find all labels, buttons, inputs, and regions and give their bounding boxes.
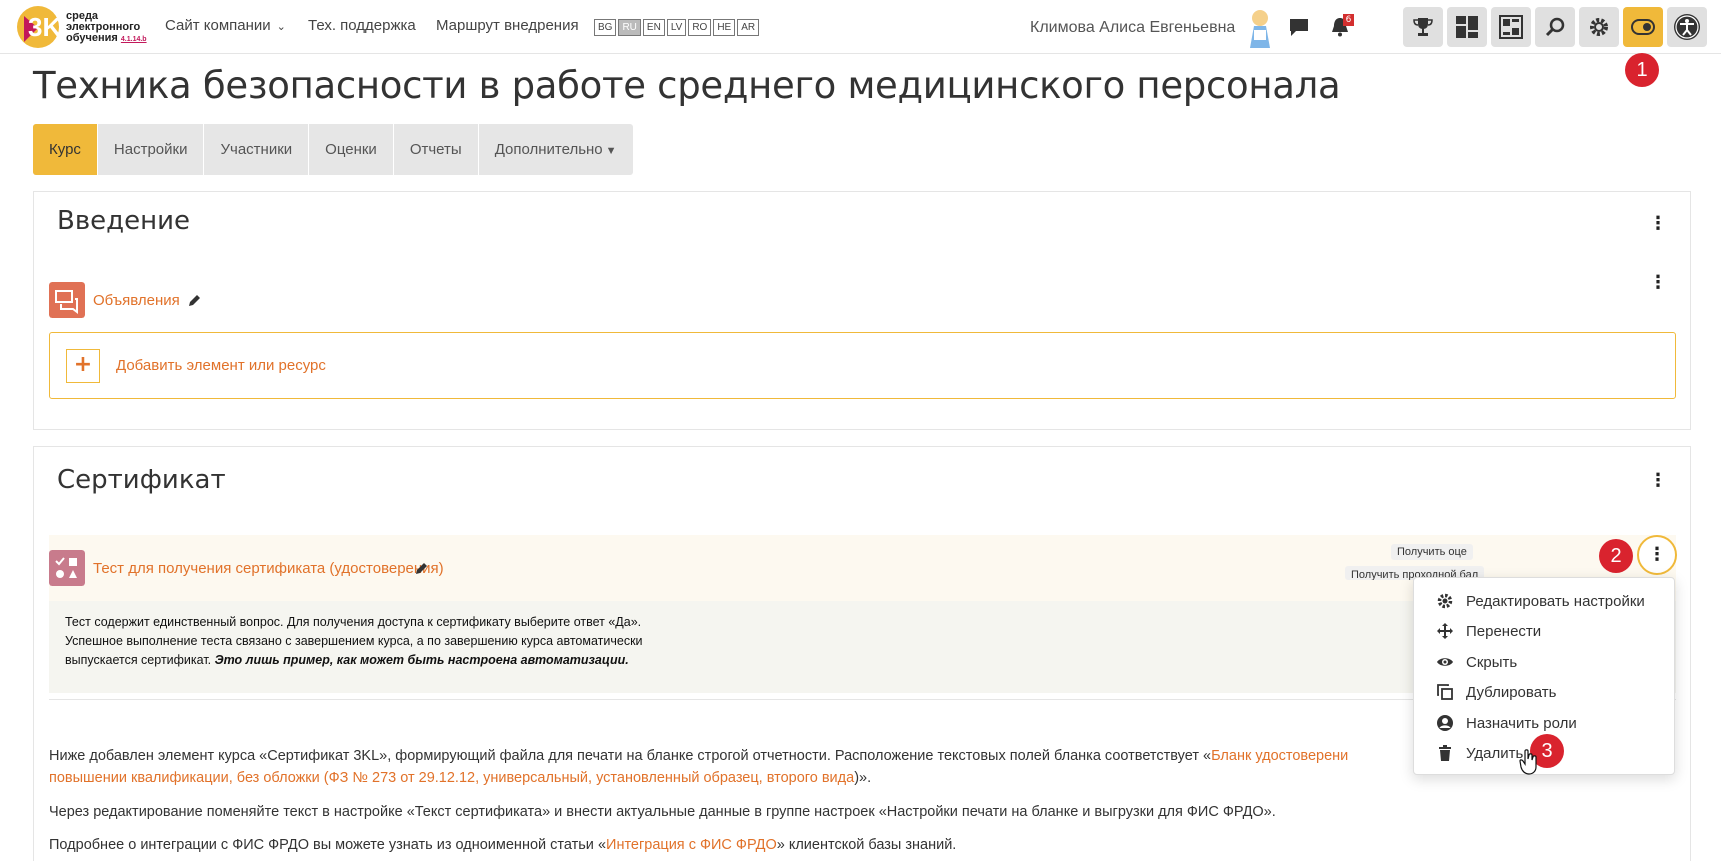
add-activity-box[interactable]: + Добавить элемент или ресурс [49,332,1676,399]
tab-more-label: Дополнительно [494,141,603,158]
plus-icon: + [66,349,100,383]
menu-item-duplicate[interactable]: Дублировать [1414,677,1674,707]
move-icon [1437,623,1453,639]
logo[interactable]: 3K среда электронного обучения 4.1.14.b [16,2,156,52]
logo-3k-text: 3K [28,12,61,42]
lang-ro[interactable]: RO [688,19,712,36]
description-text: выпускается сертификат. [65,653,215,667]
tab-reports[interactable]: Отчеты [394,124,479,175]
section-title: Сертификат [57,465,226,495]
logo-version: 4.1.14.b [120,36,147,43]
callout-2: 2 [1599,539,1633,573]
gear-icon [1590,18,1608,36]
language-switcher: BG RU EN LV RO HE AR [594,19,761,36]
description-line: Тест содержит единственный вопрос. Для п… [65,615,642,629]
pencil-icon[interactable] [414,561,429,576]
logo-3k-icon: 3K [17,6,61,48]
chat-icon[interactable] [1288,16,1310,38]
menu-item-label: Дублировать [1466,683,1557,701]
hand-cursor-icon [1519,749,1537,775]
trophy-button[interactable] [1403,7,1443,47]
accessibility-button[interactable] [1667,7,1707,47]
user-circle-icon [1437,715,1453,731]
trophy-icon [1413,18,1433,36]
menu-item-label: Перенести [1466,622,1542,640]
toggle-icon [1631,19,1655,35]
tab-participants[interactable]: Участники [204,124,310,175]
forum-icon [49,282,85,318]
blocks-button[interactable] [1491,7,1531,47]
pencil-icon[interactable] [187,293,202,308]
description-line: выпускается сертификат. Это лишь пример,… [65,651,629,670]
section-intro: Введение ⋮ Объявления ⋮ + Добавить элеме… [33,191,1691,430]
dashboard-icon [1456,16,1478,38]
certificate-paragraph-3: Подробнее о интеграции с ФИС ФРДО вы мож… [49,834,1676,856]
menu-item-move[interactable]: Перенести [1414,616,1674,646]
certificate-paragraph-2: Через редактирование поменяйте текст в н… [49,804,1276,820]
menu-item-label: Редактировать настройки [1466,592,1645,610]
activity-menu-icon[interactable]: ⋮ [1648,273,1668,293]
menu-item-label: Удалить [1466,744,1524,762]
paragraph-text: » клиентской базы знаний. [776,837,957,853]
logo-text-line: обучения [66,32,118,44]
page-title: Техника безопасности в работе среднего м… [33,64,1341,107]
lang-en[interactable]: EN [642,19,665,36]
dashboard-button[interactable] [1447,7,1487,47]
callout-1: 1 [1625,53,1659,87]
lang-ar[interactable]: AR [737,19,760,36]
paragraph-text: Ниже добавлен элемент курса «Сертификат … [49,748,1212,764]
copy-icon [1437,684,1453,700]
section-menu-icon[interactable]: ⋮ [1648,471,1668,491]
nav-company-label: Сайт компании [165,17,271,34]
blank-form-link-cont[interactable]: повышении квалификации, без обложки (ФЗ … [49,770,854,786]
paragraph-text: Подробнее о интеграции с ФИС ФРДО вы мож… [49,837,607,853]
trash-icon [1439,745,1451,761]
menu-item-label: Назначить роли [1466,714,1577,732]
logo-text: среда электронного обучения 4.1.14.b [66,11,147,45]
edit-mode-toggle[interactable] [1623,7,1663,47]
menu-item-label: Скрыть [1466,653,1518,671]
description-line: Успешное выполнение теста связано с заве… [65,634,643,648]
nav-tech-support[interactable]: Тех. поддержка [308,17,416,34]
accessibility-icon [1674,14,1700,40]
eye-icon [1437,658,1453,666]
completion-condition-grade: Получить оце [1391,544,1473,560]
quiz-icon [49,550,85,586]
lang-he[interactable]: HE [713,19,736,36]
chevron-down-icon: ▼ [605,145,617,157]
blank-form-link[interactable]: Бланк удостоверени [1211,748,1348,764]
tab-more[interactable]: Дополнительно ▼ [479,124,633,175]
quiz-link[interactable]: Тест для получения сертификата (удостове… [93,560,444,577]
announcements-link[interactable]: Объявления [93,292,180,309]
course-tabs: Курс Настройки Участники Оценки Отчеты Д… [33,124,633,175]
paragraph-text: )». [854,770,872,786]
section-title: Введение [57,206,191,236]
lang-ru[interactable]: RU [618,19,641,36]
settings-button[interactable] [1579,7,1619,47]
description-emphasis: Это лишь пример, как может быть настроен… [214,653,629,667]
user-name[interactable]: Климова Алиса Евгеньевна [1030,19,1235,37]
add-activity-label: Добавить элемент или ресурс [116,357,326,374]
chevron-down-icon: ⌄ [276,21,286,33]
avatar[interactable] [1244,8,1276,48]
menu-item-edit-settings[interactable]: Редактировать настройки [1414,586,1674,616]
section-menu-icon[interactable]: ⋮ [1648,214,1668,234]
blocks-icon [1499,15,1523,39]
tab-grades[interactable]: Оценки [309,124,394,175]
lang-bg[interactable]: BG [594,19,617,36]
tab-settings[interactable]: Настройки [98,124,205,175]
notification-badge: 6 [1343,14,1354,26]
menu-item-hide[interactable]: Скрыть [1414,647,1674,677]
fis-frdo-link[interactable]: Интеграция с ФИС ФРДО [606,837,777,853]
gear-icon [1437,593,1453,609]
lang-lv[interactable]: LV [666,19,687,36]
search-icon [1545,17,1565,37]
activity-menu-button-active[interactable]: ⋮ [1637,535,1677,575]
top-header: 3K среда электронного обучения 4.1.14.b … [0,0,1721,54]
tab-course[interactable]: Курс [33,124,98,175]
search-button[interactable] [1535,7,1575,47]
nav-company-site[interactable]: Сайт компании ⌄ [165,17,286,34]
nav-implementation-route[interactable]: Маршрут внедрения [436,17,579,34]
